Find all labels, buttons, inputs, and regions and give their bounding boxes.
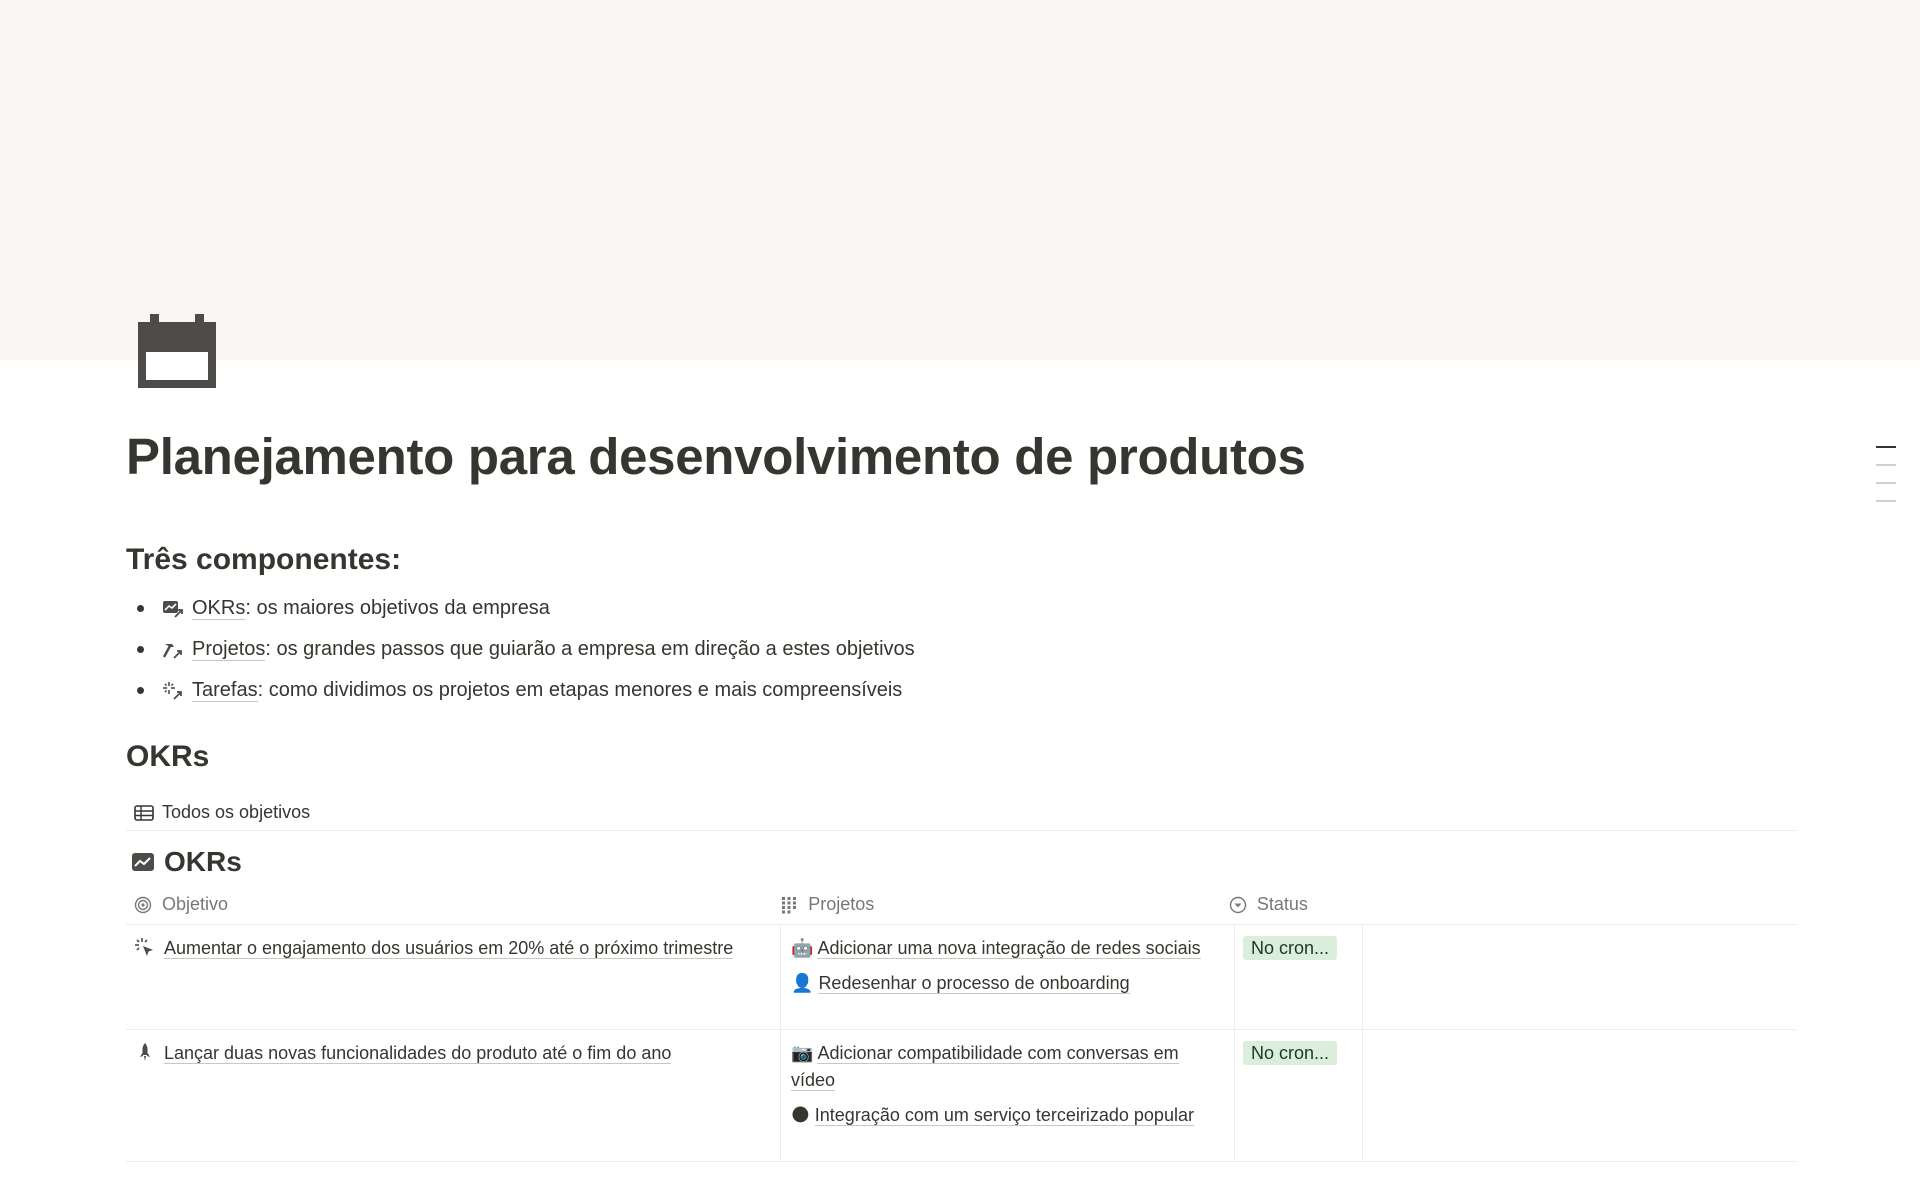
view-tab-todos-os-objetivos[interactable]: Todos os objetivos bbox=[126, 795, 1796, 831]
projetos-link[interactable]: Projetos bbox=[192, 638, 266, 661]
robot-icon: 🤖 bbox=[791, 938, 814, 958]
project-name[interactable]: Integração com um serviço terceirizado p… bbox=[814, 1105, 1194, 1126]
view-tab-label: Todos os objetivos bbox=[162, 802, 311, 822]
user-icon: 👤 bbox=[791, 973, 814, 993]
column-header-label: Projetos bbox=[808, 894, 875, 914]
camera-icon: 📷 bbox=[791, 1043, 814, 1063]
chart-icon bbox=[132, 853, 154, 871]
rocket-icon bbox=[140, 1043, 150, 1061]
relation-grid-icon bbox=[782, 896, 797, 913]
tarefas-link[interactable]: Tarefas bbox=[192, 679, 258, 702]
project-name[interactable]: Redesenhar o processo de onboarding bbox=[818, 973, 1130, 994]
objective-text[interactable]: Lançar duas novas funcionalidades do pro… bbox=[164, 1043, 672, 1064]
okrs-table: Objetivo Projetos Status Aumentar o enga… bbox=[126, 885, 1796, 1162]
empty-cell[interactable] bbox=[1362, 1030, 1796, 1161]
list-item[interactable]: Projetos: os grandes passos que guiarão … bbox=[126, 629, 1796, 670]
table-row[interactable]: Lançar duas novas funcionalidades do pro… bbox=[126, 1030, 1796, 1162]
projects-cell[interactable]: 📷 Adicionar compatibilidade com conversa… bbox=[780, 1030, 1234, 1161]
database-title-text: OKRs bbox=[164, 846, 242, 877]
column-header-label: Status bbox=[1256, 894, 1308, 914]
status-cell[interactable]: No cron... bbox=[1234, 1030, 1362, 1161]
list-item-text: : os maiores objetivos da empresa bbox=[245, 597, 550, 619]
toc-marker[interactable] bbox=[1876, 500, 1896, 502]
project-relation[interactable]: 🌑 Integração com um serviço terceirizado… bbox=[791, 1102, 1226, 1129]
table-row[interactable]: Aumentar o engajamento dos usuários em 2… bbox=[126, 925, 1796, 1030]
project-relation[interactable]: 📷 Adicionar compatibilidade com conversa… bbox=[791, 1040, 1226, 1094]
table-header: Objetivo Projetos Status bbox=[126, 885, 1796, 925]
column-header-status[interactable]: Status bbox=[1221, 885, 1796, 924]
components-list: OKRs: os maiores objetivos da empresa Pr… bbox=[126, 588, 1796, 711]
column-header-label: Objetivo bbox=[162, 894, 229, 914]
status-badge: No cron... bbox=[1243, 936, 1338, 960]
status-icon bbox=[1229, 896, 1247, 913]
okrs-link[interactable]: OKRs bbox=[192, 597, 246, 620]
target-icon bbox=[134, 896, 152, 913]
project-relation[interactable]: 👤 Redesenhar o processo de onboarding bbox=[791, 970, 1226, 997]
hammer-arrow-icon bbox=[162, 644, 182, 659]
objective-text[interactable]: Aumentar o engajamento dos usuários em 2… bbox=[164, 938, 734, 959]
page-title[interactable]: Planejamento para desenvolvimento de pro… bbox=[126, 420, 1796, 494]
column-header-projetos[interactable]: Projetos bbox=[772, 885, 1221, 924]
moon-icon: 🌑 bbox=[791, 1105, 810, 1125]
status-badge: No cron... bbox=[1243, 1041, 1338, 1065]
table-of-contents-minimap[interactable] bbox=[1876, 446, 1898, 518]
projects-cell[interactable]: 🤖 Adicionar uma nova integração de redes… bbox=[780, 925, 1234, 1029]
project-name[interactable]: Adicionar compatibilidade com conversas … bbox=[791, 1043, 1179, 1091]
page-content: Planejamento para desenvolvimento de pro… bbox=[126, 420, 1796, 1162]
column-header-objetivo[interactable]: Objetivo bbox=[126, 885, 772, 924]
calendar-icon[interactable] bbox=[138, 314, 216, 388]
sparkle-arrow-icon bbox=[163, 682, 182, 700]
table-icon bbox=[134, 804, 154, 821]
page-cover[interactable] bbox=[0, 0, 1920, 360]
project-relation[interactable]: 🤖 Adicionar uma nova integração de redes… bbox=[791, 935, 1226, 962]
empty-cell[interactable] bbox=[1362, 925, 1796, 1029]
project-name[interactable]: Adicionar uma nova integração de redes s… bbox=[817, 938, 1201, 959]
toc-marker[interactable] bbox=[1876, 446, 1896, 448]
objective-cell[interactable]: Aumentar o engajamento dos usuários em 2… bbox=[126, 925, 780, 1029]
status-cell[interactable]: No cron... bbox=[1234, 925, 1362, 1029]
list-item-text: : os grandes passos que guiarão a empres… bbox=[265, 638, 915, 660]
okrs-heading[interactable]: OKRs bbox=[126, 737, 1796, 777]
list-item[interactable]: OKRs: os maiores objetivos da empresa bbox=[126, 588, 1796, 629]
list-item[interactable]: Tarefas: como dividimos os projetos em e… bbox=[126, 670, 1796, 711]
sparkle-cursor-icon bbox=[135, 938, 153, 956]
objective-cell[interactable]: Lançar duas novas funcionalidades do pro… bbox=[126, 1030, 780, 1161]
database-title[interactable]: OKRs bbox=[126, 843, 1796, 881]
chart-arrow-icon bbox=[163, 601, 183, 618]
components-heading[interactable]: Três componentes: bbox=[126, 540, 1796, 580]
list-item-text: : como dividimos os projetos em etapas m… bbox=[257, 679, 903, 701]
toc-marker[interactable] bbox=[1876, 464, 1896, 466]
toc-marker[interactable] bbox=[1876, 482, 1896, 484]
